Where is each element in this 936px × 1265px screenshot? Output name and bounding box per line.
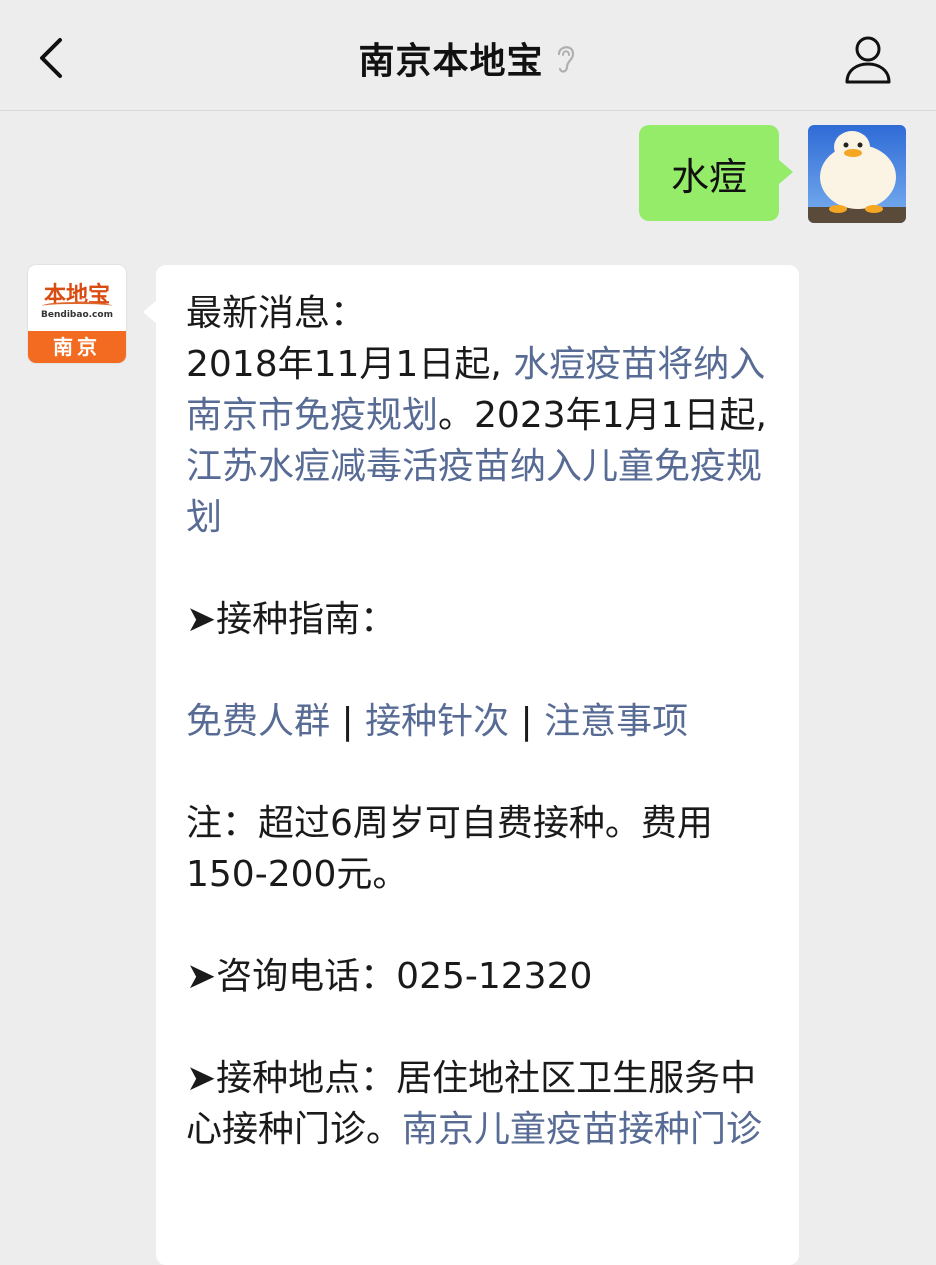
consult-phone: ➤咨询电话：025-12320 <box>186 956 593 997</box>
avatar-domain-text: Bendibao.com <box>41 310 113 320</box>
link-dose-schedule[interactable]: 接种针次 <box>365 701 509 742</box>
latest-news-heading: 最新消息： <box>186 293 367 334</box>
news-text-1: 2018年11月1日起, <box>186 344 514 385</box>
incoming-bubble-tail <box>143 300 157 324</box>
chat-title: 南京本地宝 <box>358 41 544 82</box>
link-vaccine-plan-jiangsu[interactable]: 江苏水痘减毒活疫苗纳入儿童免疫规划 <box>186 446 762 538</box>
link-separator: | <box>520 701 533 742</box>
title-area: 南京本地宝 <box>0 30 936 86</box>
vaccination-location: ➤接种地点：居住地社区卫生服务中心接种门诊。南京儿童疫苗接种门诊 <box>186 1053 781 1155</box>
official-account-avatar[interactable]: 本地宝 Bendibao.com 南京 <box>28 265 126 363</box>
ear-icon <box>557 46 574 73</box>
guide-heading: ➤接种指南： <box>186 599 397 640</box>
outgoing-bubble-tail <box>779 160 793 184</box>
duck-plush-avatar-image <box>808 125 906 223</box>
avatar-city-label: 南京 <box>28 331 126 363</box>
outgoing-message-text: 水痘 <box>670 154 747 199</box>
news-paragraph: 2018年11月1日起, 水痘疫苗将纳入南京市免疫规划。2023年1月1日起, … <box>186 339 781 543</box>
outgoing-message-bubble[interactable]: 水痘 <box>639 125 779 221</box>
chat-header: 南京本地宝 <box>0 0 936 111</box>
user-avatar[interactable] <box>808 125 906 223</box>
logo-swoosh <box>42 302 112 310</box>
person-icon[interactable] <box>838 32 898 86</box>
fee-note: 注：超过6周岁可自费接种。费用150-200元。 <box>186 803 713 895</box>
news-text-2: 。2023年1月1日起, <box>438 395 767 436</box>
incoming-message-content: 最新消息： 2018年11月1日起, 水痘疫苗将纳入南京市免疫规划。2023年1… <box>186 288 781 1155</box>
link-precautions[interactable]: 注意事项 <box>544 701 688 742</box>
guide-links: 免费人群 | 接种针次 | 注意事项 <box>186 696 781 747</box>
link-separator: | <box>341 701 354 742</box>
link-children-vaccine-clinic[interactable]: 南京儿童疫苗接种门诊 <box>402 1109 762 1150</box>
link-free-population[interactable]: 免费人群 <box>186 701 330 742</box>
